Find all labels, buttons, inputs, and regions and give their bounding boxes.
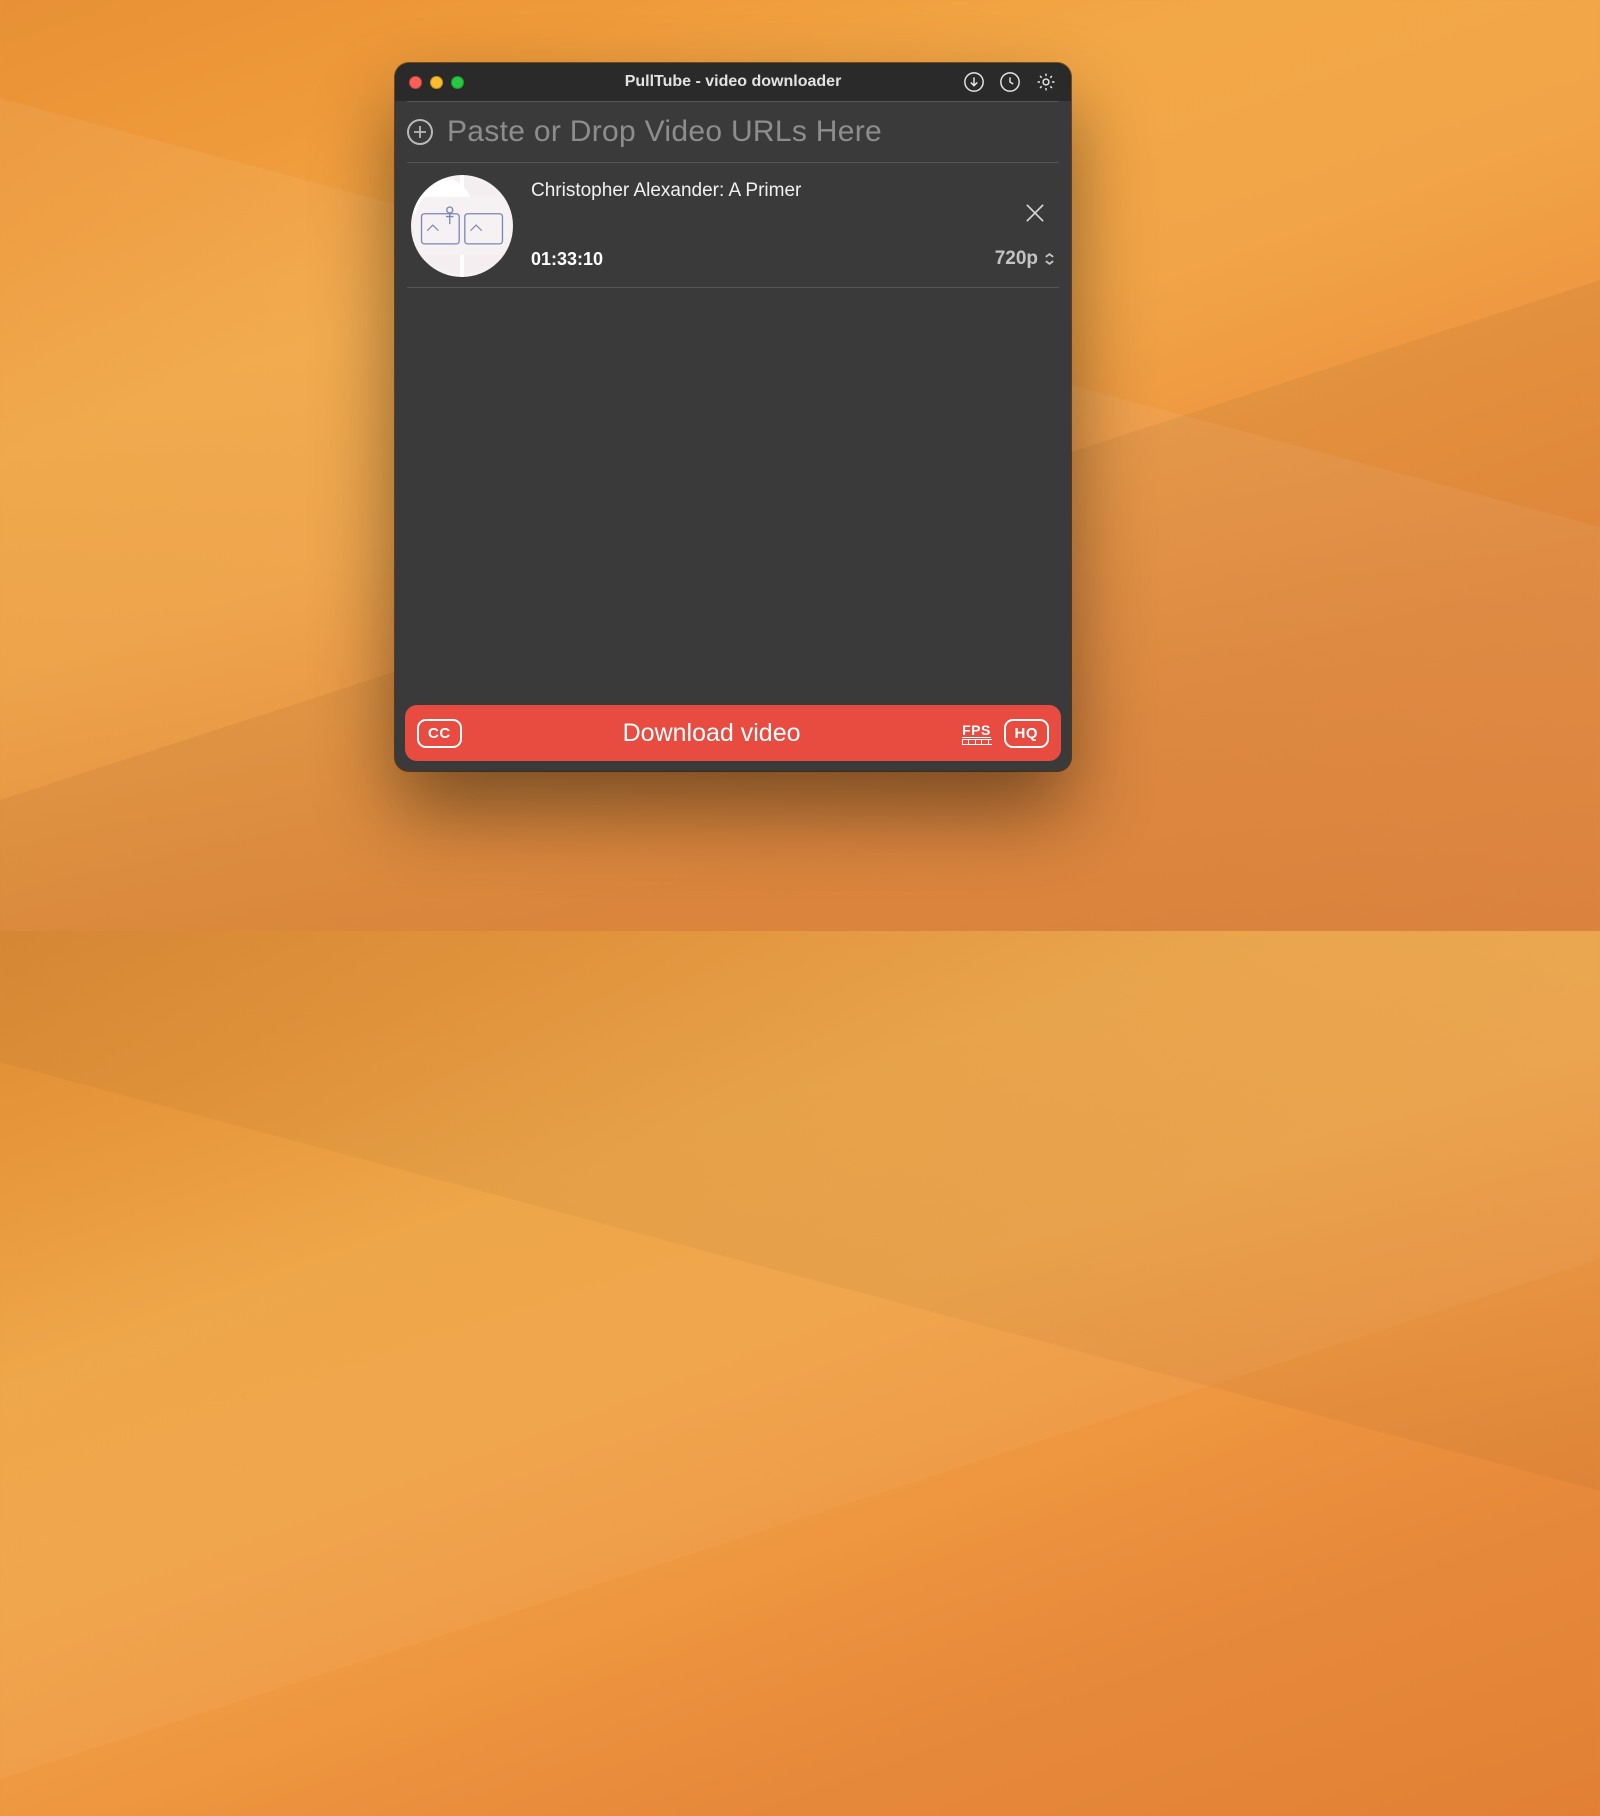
filmstrip-icon bbox=[962, 739, 992, 745]
queue-item: Christopher Alexander: A Primer 01:33:10… bbox=[407, 163, 1059, 288]
download-bar: CC Download video FPS HQ bbox=[405, 705, 1061, 761]
hq-toggle[interactable]: HQ bbox=[1004, 719, 1050, 748]
titlebar-actions bbox=[961, 69, 1059, 95]
traffic-lights bbox=[409, 76, 464, 89]
zoom-window-button[interactable] bbox=[451, 76, 464, 89]
url-input-row bbox=[407, 101, 1059, 163]
url-input[interactable] bbox=[447, 115, 1059, 149]
minimize-window-button[interactable] bbox=[430, 76, 443, 89]
add-url-button[interactable] bbox=[407, 119, 433, 145]
titlebar[interactable]: PullTube - video downloader bbox=[395, 63, 1071, 101]
app-window: PullTube - video downloader bbox=[395, 63, 1071, 771]
history-icon[interactable] bbox=[997, 69, 1023, 95]
gear-icon[interactable] bbox=[1033, 69, 1059, 95]
fps-label: FPS bbox=[962, 722, 991, 738]
quality-selector[interactable]: 720p bbox=[995, 248, 1055, 270]
close-window-button[interactable] bbox=[409, 76, 422, 89]
chevron-updown-icon bbox=[1044, 252, 1055, 266]
download-button[interactable]: Download video bbox=[474, 719, 950, 748]
queue-item-meta: Christopher Alexander: A Primer 01:33:10… bbox=[531, 180, 1055, 272]
fps-toggle[interactable]: FPS bbox=[962, 722, 992, 745]
video-thumbnail bbox=[411, 175, 513, 277]
remove-item-button[interactable] bbox=[1021, 199, 1049, 227]
video-duration: 01:33:10 bbox=[531, 249, 603, 270]
queue-list: Christopher Alexander: A Primer 01:33:10… bbox=[395, 163, 1071, 695]
downloads-icon[interactable] bbox=[961, 69, 987, 95]
cc-toggle[interactable]: CC bbox=[417, 719, 462, 748]
video-title: Christopher Alexander: A Primer bbox=[531, 180, 1055, 202]
quality-label: 720p bbox=[995, 248, 1038, 270]
